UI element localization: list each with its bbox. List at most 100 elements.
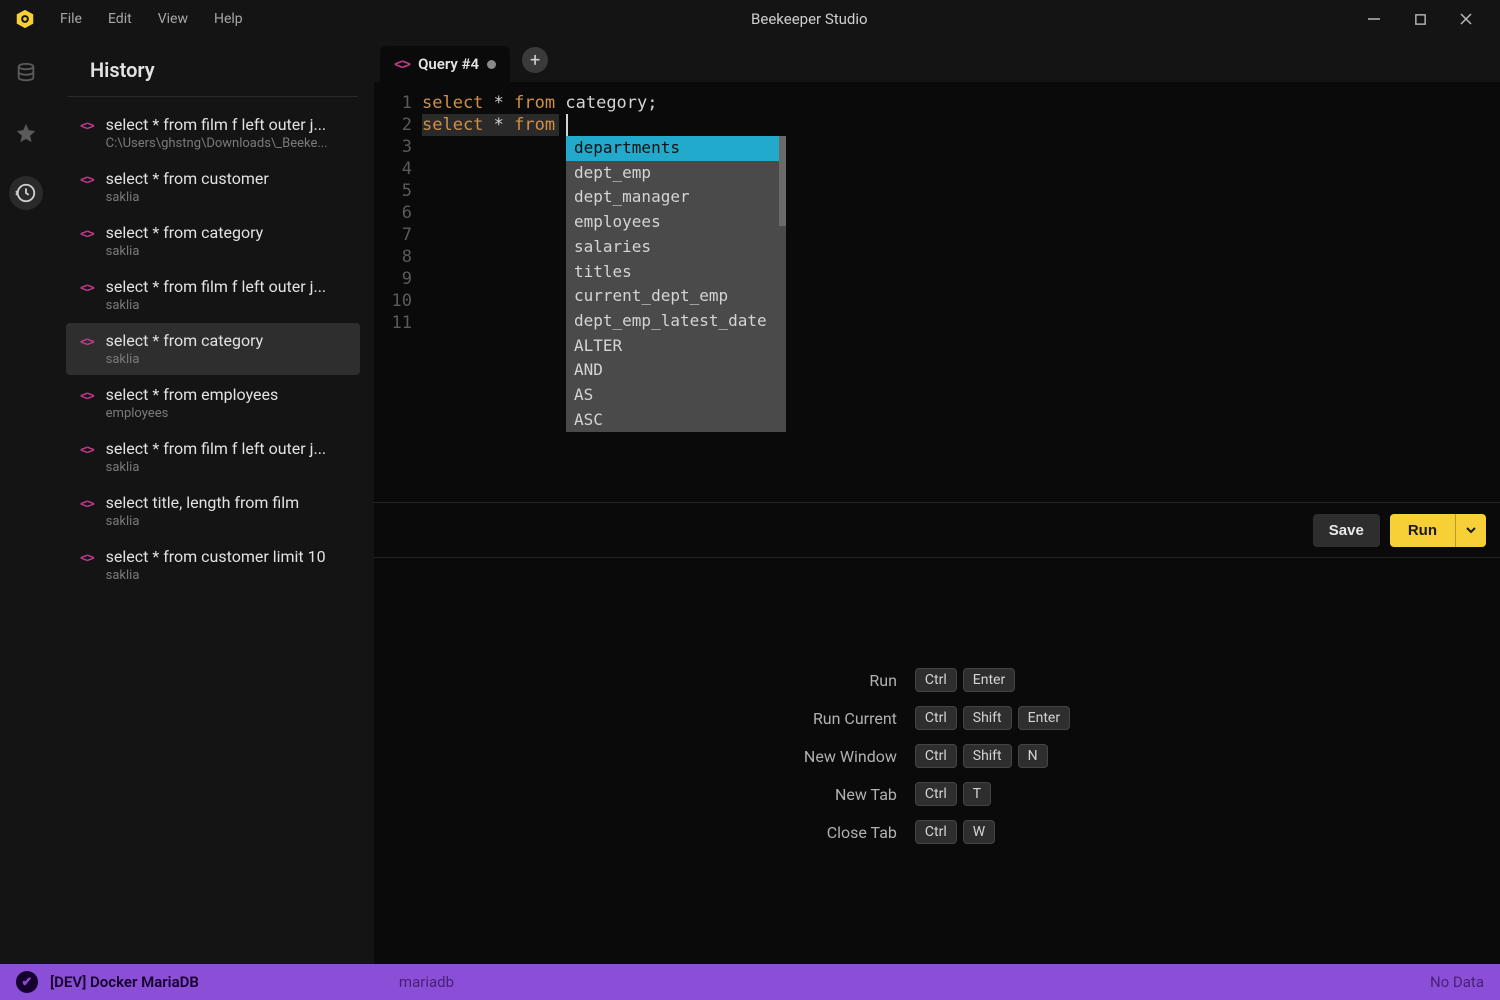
chevron-down-icon <box>1466 525 1476 535</box>
autocomplete-item[interactable]: dept_emp_latest_date <box>566 309 786 334</box>
tab-label: Query #4 <box>418 55 479 73</box>
key-badge: Shift <box>963 744 1012 768</box>
check-icon: ✔ <box>16 971 38 993</box>
code-lines[interactable]: select * from category; select * from de… <box>422 92 1500 502</box>
shortcut-label: Run <box>804 671 897 690</box>
history-icon[interactable] <box>9 176 43 210</box>
tabstrip: <> Query #4 + <box>374 38 1500 82</box>
shortcut-label: Close Tab <box>804 823 897 842</box>
autocomplete-item[interactable]: salaries <box>566 235 786 260</box>
sidebar-title: History <box>68 48 358 97</box>
autocomplete-item[interactable]: employees <box>566 210 786 235</box>
titlebar: File Edit View Help Beekeeper Studio <box>0 0 1500 38</box>
shortcut-keys: CtrlT <box>915 782 1070 806</box>
status-connection-label: [DEV] Docker MariaDB <box>50 973 199 991</box>
run-dropdown-button[interactable] <box>1455 514 1486 547</box>
history-item[interactable]: <> select * from customer saklia <box>66 161 360 213</box>
sidebar: History <> select * from film f left oute… <box>52 38 374 964</box>
key-badge: W <box>963 820 995 844</box>
key-badge: N <box>1018 744 1048 768</box>
code-icon: <> <box>80 223 94 242</box>
menu-view[interactable]: View <box>146 7 200 31</box>
shortcut-keys: CtrlShiftN <box>915 744 1070 768</box>
code-icon: <> <box>80 331 94 350</box>
run-button-group: Run <box>1390 514 1486 547</box>
run-button[interactable]: Run <box>1390 514 1455 547</box>
code-icon: <> <box>80 115 94 134</box>
code-icon: <> <box>80 439 94 458</box>
status-dbtype: mariadb <box>399 973 454 991</box>
key-badge: Ctrl <box>915 706 957 730</box>
history-item[interactable]: <>select * from customer limit 10saklia <box>66 539 360 591</box>
code-icon: <> <box>80 169 94 188</box>
history-item[interactable]: <>select * from employeesemployees <box>66 377 360 429</box>
code-icon: <> <box>80 277 94 296</box>
autocomplete-item[interactable]: dept_emp <box>566 161 786 186</box>
menubar: File Edit View Help <box>48 7 255 31</box>
key-badge: Ctrl <box>915 744 957 768</box>
history-item[interactable]: <>select * from film f left outer j...sa… <box>66 269 360 321</box>
history-item[interactable]: <> select * from film f left outer j... C:… <box>66 107 360 159</box>
shortcut-keys: CtrlShiftEnter <box>915 706 1070 730</box>
history-query: select * from film f left outer j... <box>106 439 346 458</box>
key-badge: T <box>963 782 991 806</box>
shortcut-label: New Window <box>804 747 897 766</box>
database-icon[interactable] <box>9 56 43 90</box>
code-icon: <> <box>80 385 94 404</box>
action-bar: Save Run <box>374 502 1500 558</box>
status-right: No Data <box>1430 973 1484 991</box>
tab-query-4[interactable]: <> Query #4 <box>380 46 510 82</box>
shortcut-keys: CtrlW <box>915 820 1070 844</box>
tab-add-button[interactable]: + <box>522 47 548 73</box>
history-list: <> select * from film f left outer j... C:… <box>52 97 374 601</box>
autocomplete-scrollbar[interactable] <box>779 136 786 226</box>
key-badge: Enter <box>1018 706 1070 730</box>
statusbar: ✔ [DEV] Docker MariaDB mariadb No Data <box>0 964 1500 1000</box>
autocomplete-item[interactable]: current_dept_emp <box>566 284 786 309</box>
history-sub: C:\Users\ghstng\Downloads\_Beeke... <box>106 136 346 151</box>
maximize-icon[interactable] <box>1410 9 1430 29</box>
save-button[interactable]: Save <box>1313 514 1380 547</box>
history-query: select * from film f left outer j... <box>106 277 346 296</box>
star-icon[interactable] <box>9 116 43 150</box>
menu-help[interactable]: Help <box>202 7 255 31</box>
autocomplete-popup[interactable]: departmentsdept_empdept_manageremployees… <box>566 136 786 432</box>
autocomplete-item[interactable]: AS <box>566 383 786 408</box>
history-query: select * from category <box>106 223 346 242</box>
code-line-2[interactable]: select * from <box>422 114 1500 136</box>
history-item[interactable]: <> select * from category saklia <box>66 215 360 267</box>
autocomplete-item[interactable]: ASC <box>566 408 786 433</box>
nav-rail <box>0 38 52 964</box>
menu-file[interactable]: File <box>48 7 94 31</box>
shortcut-label: Run Current <box>804 709 897 728</box>
key-badge: Shift <box>963 706 1012 730</box>
status-connection[interactable]: ✔ [DEV] Docker MariaDB <box>16 971 199 993</box>
shortcut-keys: CtrlEnter <box>915 668 1070 692</box>
history-item[interactable]: <>select * from categorysaklia <box>66 323 360 375</box>
history-sub: saklia <box>106 514 346 529</box>
code-editor[interactable]: 1234567891011 select * from category; se… <box>374 82 1500 502</box>
autocomplete-item[interactable]: ALTER <box>566 334 786 359</box>
code-line-1[interactable]: select * from category; <box>422 92 1500 114</box>
autocomplete-item[interactable]: dept_manager <box>566 185 786 210</box>
history-sub: saklia <box>106 352 346 367</box>
history-query: select * from customer <box>106 169 346 188</box>
history-sub: employees <box>106 406 346 421</box>
code-icon: <> <box>394 55 410 73</box>
history-item[interactable]: <>select title, length from filmsaklia <box>66 485 360 537</box>
history-sub: saklia <box>106 244 346 259</box>
history-sub: saklia <box>106 568 346 583</box>
autocomplete-item[interactable]: titles <box>566 260 786 285</box>
autocomplete-item[interactable]: AND <box>566 358 786 383</box>
close-icon[interactable] <box>1456 9 1476 29</box>
history-item[interactable]: <>select * from film f left outer j...sa… <box>66 431 360 483</box>
history-query: select title, length from film <box>106 493 346 512</box>
menu-edit[interactable]: Edit <box>96 7 144 31</box>
window-controls <box>1364 9 1492 29</box>
history-query: select * from film f left outer j... <box>106 115 346 134</box>
autocomplete-item[interactable]: departments <box>566 136 786 161</box>
key-badge: Ctrl <box>915 820 957 844</box>
minimize-icon[interactable] <box>1364 9 1384 29</box>
history-sub: saklia <box>106 190 346 205</box>
line-number-gutter: 1234567891011 <box>374 92 422 502</box>
